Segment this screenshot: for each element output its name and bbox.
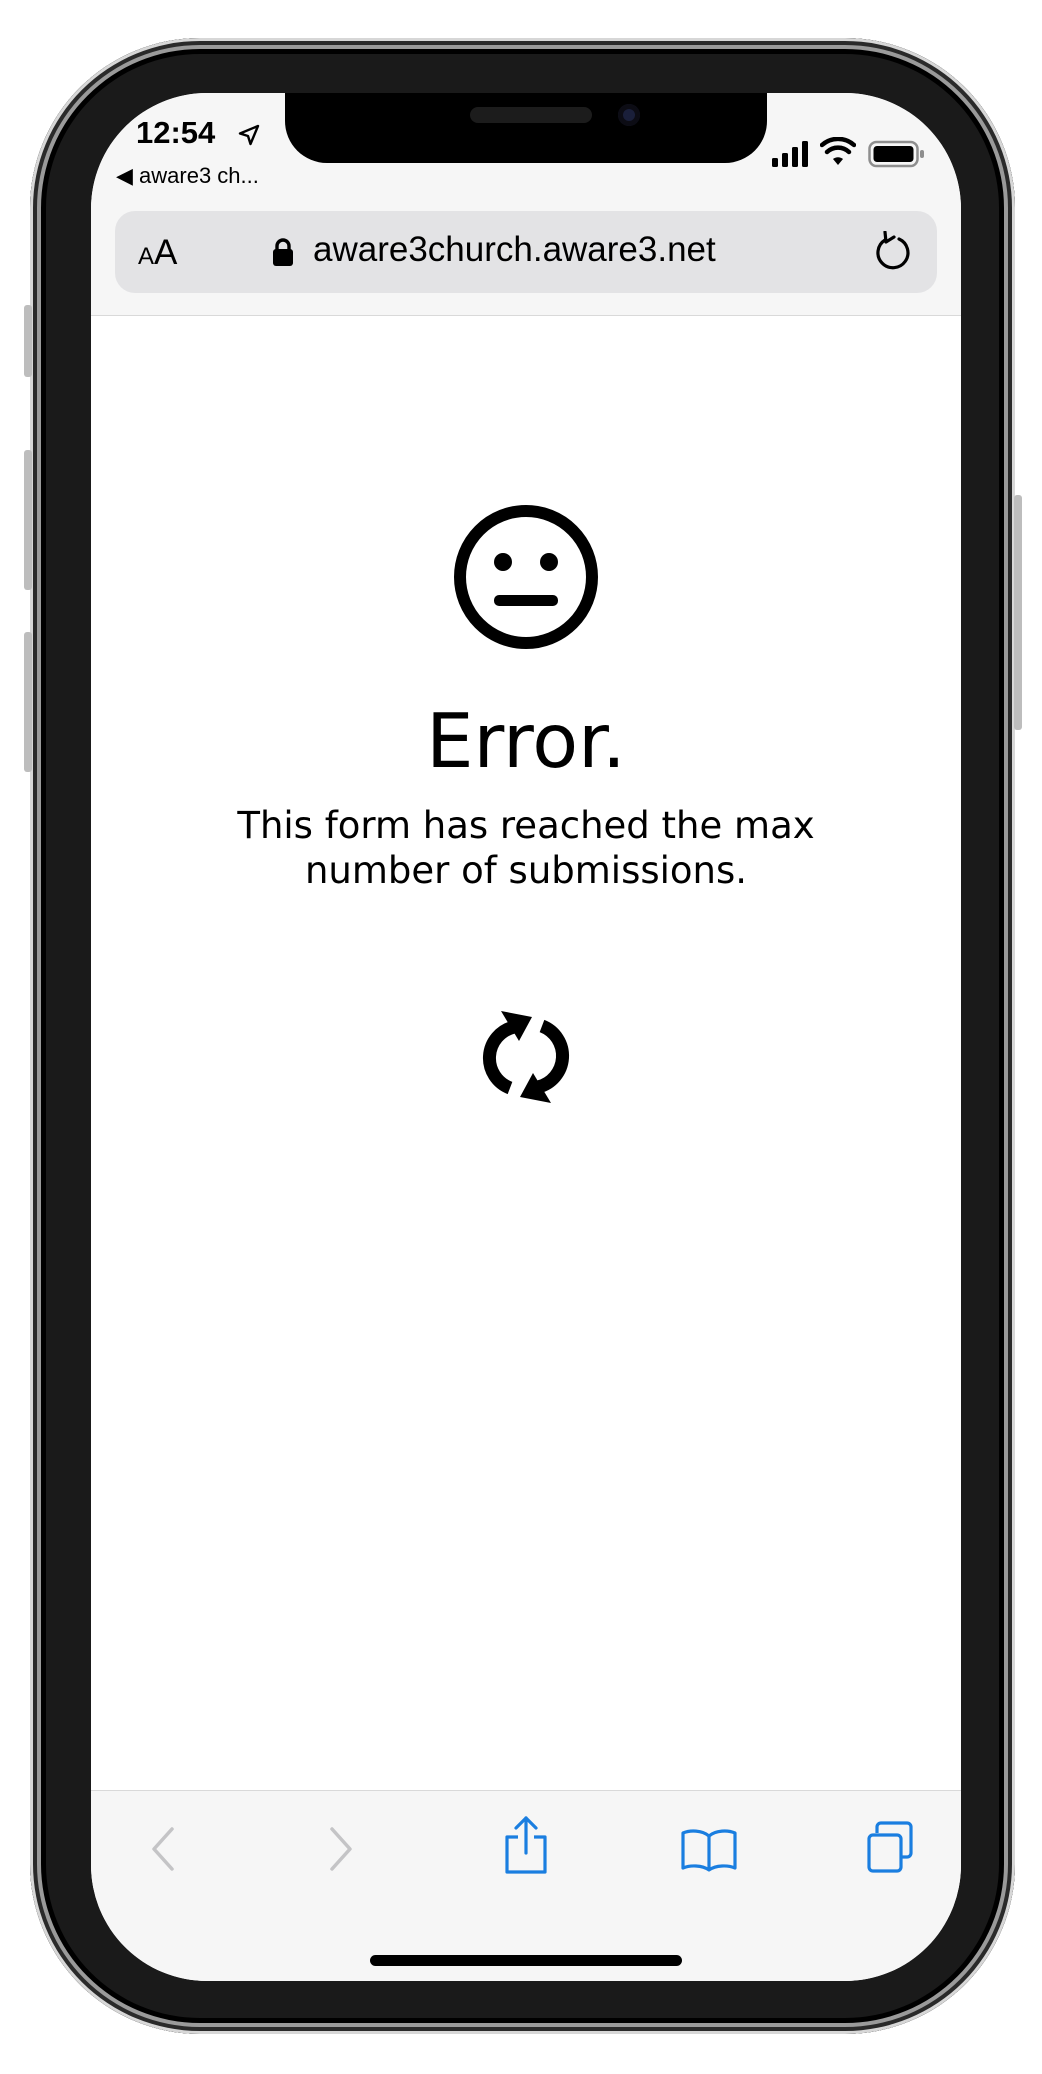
chevron-right-icon[interactable] [326,1825,356,1873]
status-time: 12:54 [136,115,216,150]
location-arrow-icon [238,124,260,146]
volume-up-button [24,450,32,590]
cellular-signal-icon [772,141,808,167]
reload-icon[interactable] [873,231,913,273]
chevron-left-icon[interactable] [148,1825,178,1873]
power-button [1014,495,1022,730]
lock-icon [273,238,293,266]
wifi-icon [820,137,856,165]
refresh-arrows-icon[interactable] [474,1005,578,1109]
share-icon[interactable] [502,1815,550,1875]
battery-icon [868,140,924,168]
text-size-button[interactable]: AA [138,233,198,273]
earpiece-speaker [470,107,592,123]
volume-down-button [24,632,32,772]
home-indicator [370,1955,682,1966]
tabs-icon[interactable] [865,1821,921,1875]
error-title: Error. [426,697,626,785]
safari-bottom-toolbar [91,1790,961,1981]
text-size-label: AA [138,233,178,272]
book-icon[interactable] [680,1826,738,1872]
url-text[interactable]: aware3church.aware3.net [313,230,716,270]
error-message: This form has reached the max number of … [237,804,815,892]
silent-switch [24,305,32,377]
front-camera [618,104,640,126]
back-to-app-link[interactable]: ◀ aware3 ch... [116,163,259,189]
device-notch [285,93,767,163]
address-bar[interactable]: AA aware3church.aware3.net [115,211,937,293]
phone-screen: 12:54 ◀ aware3 ch... AA aware3church.awa… [91,93,961,1981]
neutral-face-icon [454,505,598,649]
